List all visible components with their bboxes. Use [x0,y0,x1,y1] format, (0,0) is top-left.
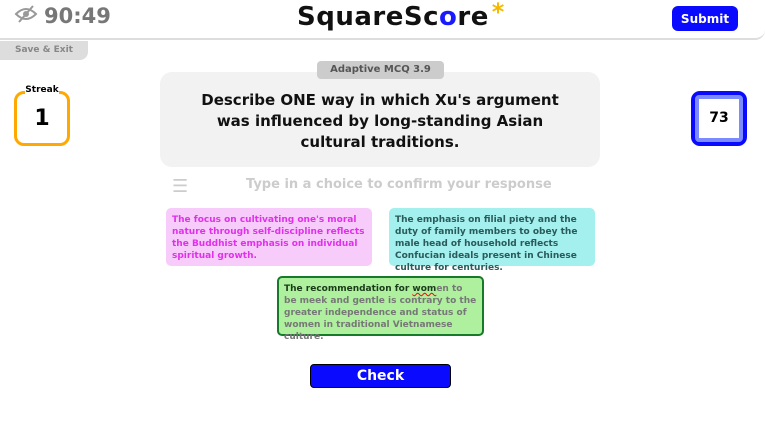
streak-box: Streak 1 [14,85,70,146]
streak-label: Streak [25,85,59,95]
choice-2[interactable]: The emphasis on filial piety and the dut… [389,208,595,273]
question-text: Describe ONE way in which Xu's argument … [201,91,559,151]
check-button[interactable]: Check [310,364,451,388]
typed-text: The recommendation for [284,284,413,294]
response-input-placeholder[interactable]: Type in a choice to confirm your respons… [246,177,552,192]
logo: SquareScore * [297,0,505,32]
timer-text: 90:49 [44,4,111,28]
choice-1[interactable]: The focus on cultivating one's moral nat… [166,208,372,266]
choice-3-selected[interactable]: The recommendation for women to be meek … [277,276,484,342]
save-exit-button[interactable]: Save & Exit [0,41,88,60]
header: 90:49 SquareScore * Submit [0,0,765,40]
typed-text-misspelled: wom [412,284,437,294]
question-tag: Adaptive MCQ 3.9 [317,61,444,79]
score-value: 73 [695,95,743,142]
score-box: 73 [691,91,747,146]
timer: 90:49 [14,4,111,28]
submit-button[interactable]: Submit [672,6,738,31]
eye-slash-icon[interactable] [14,4,38,28]
streak-value: 1 [34,106,50,131]
question-card: Describe ONE way in which Xu's argument … [160,72,600,167]
menu-icon[interactable]: ☰ [172,176,188,197]
